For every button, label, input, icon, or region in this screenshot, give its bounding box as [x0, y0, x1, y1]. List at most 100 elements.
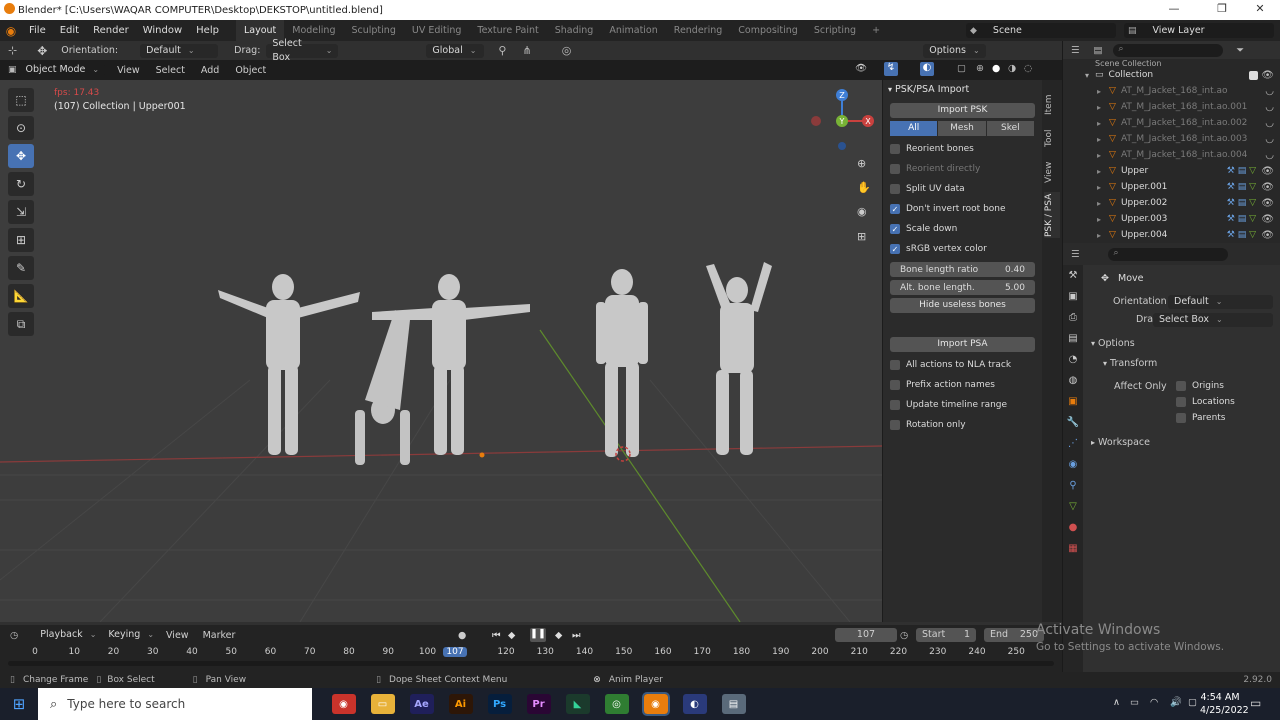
- psk-option-row[interactable]: ✓ Don't invert root bone: [890, 199, 1035, 219]
- start-frame-field[interactable]: Start 1: [916, 628, 976, 642]
- measure-tool-icon[interactable]: 📐: [8, 284, 34, 308]
- world-tab-icon[interactable]: ◍: [1063, 370, 1083, 391]
- scene-collection-row[interactable]: Scene Collection: [1063, 59, 1280, 67]
- photoshop-app-icon[interactable]: Ps: [487, 694, 512, 714]
- segment-skel[interactable]: Skel: [986, 121, 1034, 136]
- properties-editor-icon[interactable]: ☰: [1071, 249, 1080, 260]
- pivot-icon[interactable]: ⚲: [498, 44, 506, 57]
- menu-render[interactable]: Render: [86, 25, 136, 36]
- tab-psk-psa[interactable]: PSK / PSA: [1044, 192, 1060, 238]
- menu-help[interactable]: Help: [189, 25, 226, 36]
- preview-range-icon[interactable]: ◷: [900, 630, 908, 641]
- 3d-viewport[interactable]: ⬚ ⊙ ✥ ↻ ⇲ ⊞ ✎ 📐 ⧉ fps: 17.43 (107) Colle…: [0, 80, 1062, 622]
- outliner-item[interactable]: ▸ ▽ Upper.002 ⚒ ▤ ▽ 👁: [1063, 195, 1280, 211]
- pause-button-icon[interactable]: ❚❚: [530, 628, 546, 642]
- psa-option-row[interactable]: All actions to NLA track: [890, 355, 1035, 375]
- playback-menu[interactable]: Playback: [34, 628, 102, 642]
- proportional-edit-icon[interactable]: ◎: [562, 44, 572, 57]
- checkbox[interactable]: [890, 164, 900, 174]
- solid-shading-icon[interactable]: ●: [992, 63, 1000, 74]
- screen-recorder-app-icon[interactable]: ◉: [331, 694, 356, 714]
- psk-option-row[interactable]: Reorient bones: [890, 139, 1035, 159]
- expand-arrow-icon[interactable]: ▸: [1097, 183, 1101, 192]
- record-icon[interactable]: ●: [458, 630, 466, 641]
- blender-app-icon[interactable]: ◉: [641, 692, 670, 716]
- visibility-eye-icon[interactable]: ◡: [1265, 150, 1274, 161]
- checkbox[interactable]: ✓: [890, 224, 900, 234]
- workspace-tab-scripting[interactable]: Scripting: [806, 20, 864, 41]
- outliner-item[interactable]: ▸ ▽ AT_M_Jacket_168_int.ao.003 ◡: [1063, 131, 1280, 147]
- modifier-tab-icon[interactable]: 🔧: [1063, 412, 1083, 433]
- taskbar-clock[interactable]: 4:54 AM 4/25/2022: [1200, 691, 1249, 717]
- editor-type-icon[interactable]: ⊹: [8, 44, 17, 57]
- rotate-tool-icon[interactable]: ↻: [8, 172, 34, 196]
- jump-keyframe-forward-icon[interactable]: ◆: [555, 630, 562, 641]
- gizmo-toggle-icon[interactable]: ↯: [884, 62, 898, 76]
- checkbox[interactable]: [890, 380, 900, 390]
- visibility-eye-icon[interactable]: 👁: [1261, 182, 1274, 193]
- close-button[interactable]: ✕: [1240, 0, 1280, 20]
- modifier-armature-icons[interactable]: ⚒ ▤ ▽: [1227, 182, 1256, 192]
- data-tab-icon[interactable]: ▽: [1063, 496, 1083, 517]
- end-frame-field[interactable]: End 250: [984, 628, 1044, 642]
- expand-arrow-icon[interactable]: ▸: [1097, 199, 1101, 208]
- tray-chevron-icon[interactable]: ∧: [1113, 697, 1120, 708]
- psa-option-row[interactable]: Rotation only: [890, 415, 1035, 435]
- cinema4d-app-icon[interactable]: ◐: [682, 694, 707, 714]
- outliner-item[interactable]: ▸ ▽ AT_M_Jacket_168_int.ao.001 ◡: [1063, 99, 1280, 115]
- view-layer-selector[interactable]: ▤ View Layer: [1124, 23, 1274, 38]
- rendered-shading-icon[interactable]: ◌: [1024, 63, 1032, 74]
- after-effects-app-icon[interactable]: Ae: [409, 694, 434, 714]
- menu-file[interactable]: File: [22, 25, 53, 36]
- workspace-section[interactable]: ▸ Workspace: [1091, 437, 1150, 448]
- perspective-grid-icon[interactable]: ⊞: [857, 230, 866, 243]
- filter-icon[interactable]: ⏷: [1237, 45, 1245, 56]
- material-shading-icon[interactable]: ◑: [1008, 63, 1016, 74]
- code-editor-app-icon[interactable]: ◣: [565, 694, 590, 714]
- transform-orientation-dropdown[interactable]: Global: [426, 43, 485, 58]
- workspace-tab-rendering[interactable]: Rendering: [666, 20, 731, 41]
- orientation-dropdown[interactable]: Default: [140, 43, 219, 58]
- texture-tab-icon[interactable]: ▦: [1063, 538, 1083, 559]
- outliner-search-input[interactable]: ⌕: [1112, 43, 1223, 57]
- collection-checkbox[interactable]: [1249, 70, 1258, 80]
- bone-length-ratio-field[interactable]: Bone length ratio 0.40: [890, 262, 1035, 277]
- premiere-app-icon[interactable]: Pr: [526, 694, 551, 714]
- checkbox[interactable]: [1176, 381, 1186, 391]
- tab-view[interactable]: View: [1044, 156, 1060, 188]
- visibility-eye-icon[interactable]: 👁: [1261, 214, 1274, 225]
- view-layer-tab-icon[interactable]: ▤: [1063, 328, 1083, 349]
- timeline-editor-icon[interactable]: ◷: [10, 630, 18, 641]
- xray-icon[interactable]: ▢: [957, 63, 966, 74]
- checkbox[interactable]: [890, 184, 900, 194]
- segment-mesh[interactable]: Mesh: [938, 121, 986, 136]
- jump-end-icon[interactable]: ⏭: [572, 630, 581, 641]
- tray-volume-icon[interactable]: 🔊: [1170, 697, 1182, 708]
- psa-option-row[interactable]: Update timeline range: [890, 395, 1035, 415]
- expand-arrow-icon[interactable]: ▸: [1097, 167, 1101, 176]
- expand-arrow-icon[interactable]: ▸: [1097, 215, 1101, 224]
- expand-arrow-icon[interactable]: ▸: [1097, 135, 1101, 144]
- alt-bone-length-field[interactable]: Alt. bone length. 5.00: [890, 280, 1035, 295]
- viewport-menu-object[interactable]: Object: [235, 65, 266, 76]
- visibility-eye-icon[interactable]: ◡: [1265, 86, 1274, 97]
- affect-only-row[interactable]: Parents: [1176, 410, 1235, 426]
- tab-tool[interactable]: Tool: [1044, 124, 1060, 152]
- expand-arrow-icon[interactable]: ▸: [1097, 87, 1101, 96]
- visibility-icon[interactable]: 👁: [855, 63, 867, 74]
- visibility-eye-icon[interactable]: 👁: [1261, 166, 1274, 177]
- add-workspace-button[interactable]: +: [864, 20, 888, 41]
- psk-option-row[interactable]: Split UV data: [890, 179, 1035, 199]
- annotate-tool-icon[interactable]: ✎: [8, 256, 34, 280]
- snap-icon[interactable]: ⋔: [522, 44, 531, 57]
- keying-menu[interactable]: Keying: [102, 628, 160, 642]
- physics-tab-icon[interactable]: ◉: [1063, 454, 1083, 475]
- tray-wifi-icon[interactable]: ◠: [1150, 697, 1158, 708]
- maximize-button[interactable]: ❐: [1202, 0, 1242, 20]
- checkbox[interactable]: [1176, 413, 1186, 423]
- display-mode-icon[interactable]: ▤: [1094, 45, 1103, 56]
- tool-tab-icon[interactable]: ⚒: [1063, 265, 1083, 286]
- visibility-eye-icon[interactable]: 👁: [1261, 230, 1274, 241]
- visibility-eye-icon[interactable]: ◡: [1265, 134, 1274, 145]
- tab-item[interactable]: Item: [1044, 88, 1060, 122]
